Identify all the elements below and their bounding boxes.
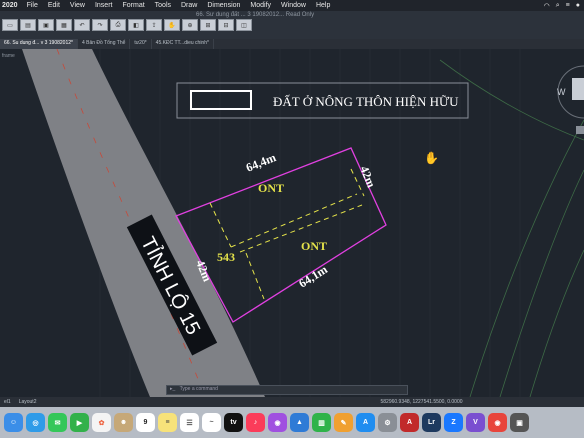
layer-icon[interactable]: ◫ (236, 19, 252, 31)
music-icon[interactable]: ♪ (246, 413, 265, 432)
menu-modify[interactable]: Modify (245, 2, 276, 9)
saveas-icon[interactable]: ▦ (56, 19, 72, 31)
menu-bar: 2020 File Edit View Insert Format Tools … (0, 0, 584, 11)
layout-tab-1[interactable]: el1 (0, 399, 15, 405)
dim-bottom: 64,1m (296, 262, 330, 290)
freeform-icon[interactable]: ~ (202, 413, 221, 432)
menu-edit[interactable]: Edit (43, 2, 65, 9)
tab-doc-4[interactable]: 45.KĐC TT...dieu chinh* (152, 39, 214, 49)
zone-label-1: ONT (258, 181, 284, 195)
new-icon[interactable]: ▭ (2, 19, 18, 31)
lot-number: 543 (217, 250, 235, 264)
dock: ☺ ◎ ✉ ▶ ✿ ☻ 9 ≡ ☰ ~ tv ♪ ◉ ▲ ▥ ✎ A ⚙ A L… (0, 407, 584, 438)
chrome-icon[interactable]: ◉ (488, 413, 507, 432)
appletv-icon[interactable]: tv (224, 413, 243, 432)
viber-icon[interactable]: V (466, 413, 485, 432)
facetime-icon[interactable]: ▶ (70, 413, 89, 432)
tab-doc-2[interactable]: 4 Bản Đồ Tổng Thể (78, 39, 131, 49)
compass-west: W (557, 87, 566, 97)
search-icon[interactable]: ⌕ (556, 2, 560, 10)
command-line[interactable]: ▸_ Type a command (166, 385, 408, 395)
viewcube-icon[interactable] (572, 78, 584, 100)
wifi-icon[interactable]: ◠ (544, 2, 550, 10)
numbers-icon[interactable]: ▥ (312, 413, 331, 432)
document-tabs: 66. Su dung đ... v 3 19082012* 4 Bản Đồ … (0, 39, 584, 49)
redo-icon[interactable]: ↷ (92, 19, 108, 31)
menu-tools[interactable]: Tools (150, 2, 176, 9)
photos-icon[interactable]: ✿ (92, 413, 111, 432)
calendar-icon[interactable]: 9 (136, 413, 155, 432)
control-center-icon[interactable]: ≡ (566, 2, 570, 10)
viewport-label: frame (2, 53, 15, 59)
contacts-icon[interactable]: ☻ (114, 413, 133, 432)
photo-viewer-icon[interactable]: ▣ (510, 413, 529, 432)
tab-doc-1[interactable]: 66. Su dung đ... v 3 19082012* (0, 39, 78, 49)
contour-lines (439, 59, 584, 397)
command-prompt-icon: ▸_ (170, 386, 176, 392)
app-store-icon[interactable]: A (356, 413, 375, 432)
zoom-window-icon[interactable]: ⊞ (200, 19, 216, 31)
zalo-icon[interactable]: Z (444, 413, 463, 432)
zoom-icon[interactable]: ⊕ (182, 19, 198, 31)
window-title: 66. Sư dung đất ... 3 19082012... Read O… (196, 12, 315, 18)
menu-insert[interactable]: Insert (90, 2, 118, 9)
menu-file[interactable]: File (22, 2, 43, 9)
notes-icon[interactable]: ≡ (158, 413, 177, 432)
menu-help[interactable]: Help (311, 2, 335, 9)
menu-format[interactable]: Format (117, 2, 149, 9)
publish-icon[interactable]: ⇪ (146, 19, 162, 31)
dim-top: 64,4m (244, 150, 278, 175)
pan-cursor-icon: ✋ (424, 151, 439, 165)
parcel-subdivision (209, 168, 365, 300)
menu-dimension[interactable]: Dimension (202, 2, 245, 9)
finder-icon[interactable]: ☺ (4, 413, 23, 432)
app-name[interactable]: 2020 (0, 2, 22, 9)
zoom-previous-icon[interactable]: ⊟ (218, 19, 234, 31)
open-icon[interactable]: ▤ (20, 19, 36, 31)
status-icons: ◠ ⌕ ≡ ● (544, 2, 584, 10)
autocad-icon[interactable]: A (400, 413, 419, 432)
reminders-icon[interactable]: ☰ (180, 413, 199, 432)
messages-icon[interactable]: ✉ (48, 413, 67, 432)
undo-icon[interactable]: ↶ (74, 19, 90, 31)
pan-icon[interactable]: ✋ (164, 19, 180, 31)
siri-icon[interactable]: ● (576, 2, 580, 10)
coordinate-readout: 582960.9348, 1227541.5500, 0.0000 (380, 399, 463, 405)
drawing-svg: TỈNH LỘ 15 ĐẤT Ở NÔNG THÔN HIỆN HỮU 64,4… (22, 49, 584, 397)
status-bar: el1 Layout2 582960.9348, 1227541.5500, 0… (0, 397, 584, 407)
tab-doc-3[interactable]: tư20* (130, 39, 152, 49)
preview-icon[interactable]: ◧ (128, 19, 144, 31)
settings-icon[interactable]: ⚙ (378, 413, 397, 432)
save-icon[interactable]: ▣ (38, 19, 54, 31)
lightroom-icon[interactable]: Lr (422, 413, 441, 432)
legend-swatch (190, 90, 252, 110)
menu-draw[interactable]: Draw (176, 2, 202, 9)
legend-text: ĐẤT Ở NÔNG THÔN HIỆN HỮU (273, 94, 459, 109)
drawing-canvas[interactable]: TỈNH LỘ 15 ĐẤT Ở NÔNG THÔN HIỆN HỮU 64,4… (0, 49, 584, 397)
layout-tab-2[interactable]: Layout2 (15, 399, 41, 405)
nav-bar-icon[interactable] (576, 126, 584, 134)
podcasts-icon[interactable]: ◉ (268, 413, 287, 432)
menu-window[interactable]: Window (276, 2, 311, 9)
menu-view[interactable]: View (65, 2, 90, 9)
pages-icon[interactable]: ✎ (334, 413, 353, 432)
command-input[interactable]: Type a command (180, 386, 218, 392)
keynote-icon[interactable]: ▲ (290, 413, 309, 432)
safari-icon[interactable]: ◎ (26, 413, 45, 432)
dim-right: 42m (357, 164, 378, 190)
zone-label-2: ONT (301, 239, 327, 253)
print-icon[interactable]: ⎙ (110, 19, 126, 31)
